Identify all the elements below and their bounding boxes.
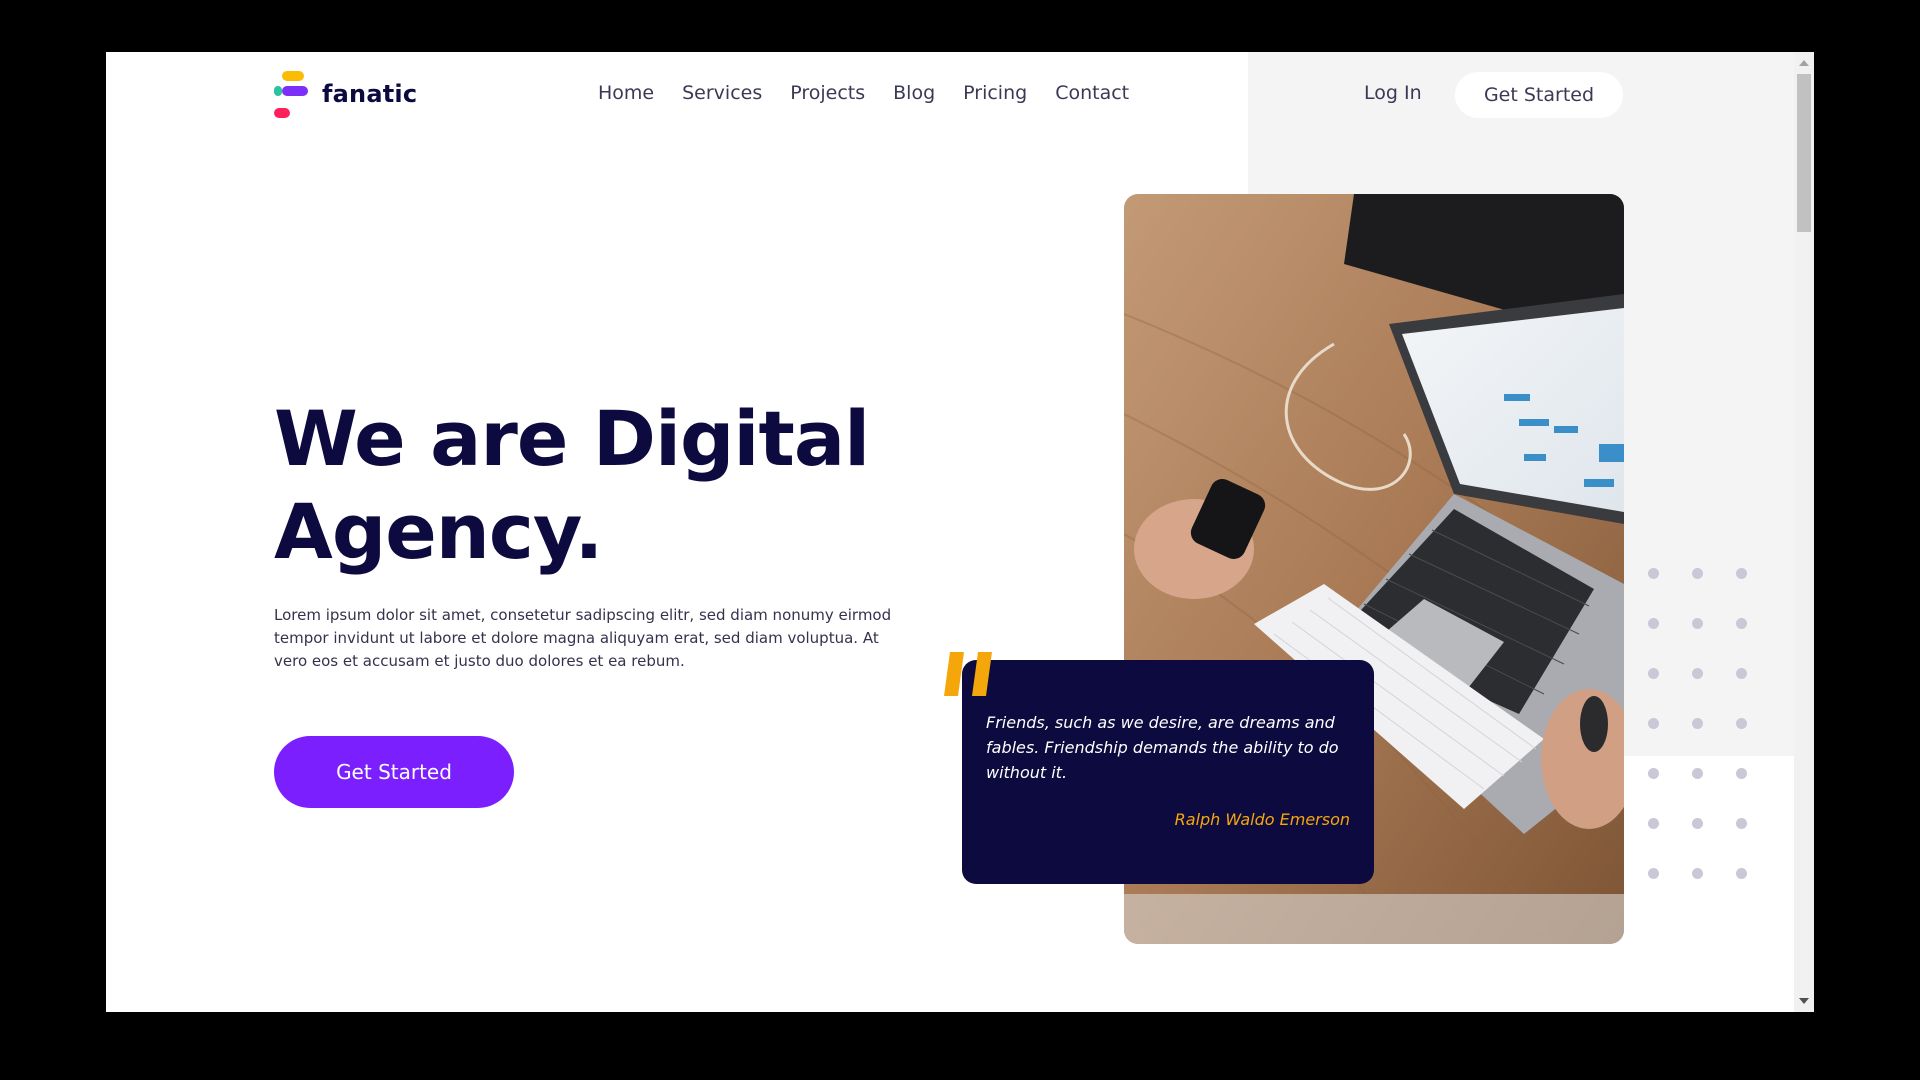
vertical-scrollbar[interactable] — [1794, 52, 1814, 1012]
login-link[interactable]: Log In — [1364, 82, 1422, 104]
header-get-started-button[interactable]: Get Started — [1455, 72, 1623, 118]
scroll-down-arrow-icon[interactable] — [1799, 998, 1809, 1004]
hero-title-line2: Agency. — [274, 487, 603, 576]
nav-item-contact[interactable]: Contact — [1055, 82, 1129, 104]
brand-logo[interactable]: fanatic — [274, 68, 417, 120]
nav-item-pricing[interactable]: Pricing — [963, 82, 1027, 104]
quote-text: Friends, such as we desire, are dreams a… — [986, 713, 1339, 782]
scroll-thumb[interactable] — [1797, 74, 1811, 232]
quote-author: Ralph Waldo Emerson — [1174, 810, 1350, 829]
main-nav: Home Services Projects Blog Pricing Cont… — [598, 82, 1129, 104]
testimonial-card: Friends, such as we desire, are dreams a… — [962, 660, 1374, 884]
nav-item-services[interactable]: Services — [682, 82, 762, 104]
nav-item-projects[interactable]: Projects — [790, 82, 865, 104]
hero-get-started-button[interactable]: Get Started — [274, 736, 514, 808]
hero-title: We are Digital Agency. — [274, 392, 870, 578]
decorative-dot-grid — [1648, 568, 1748, 879]
hero-description: Lorem ipsum dolor sit amet, consetetur s… — [274, 606, 892, 670]
hero-title-line1: We are Digital — [274, 394, 870, 483]
logo-mark-icon — [274, 68, 312, 120]
browser-viewport: fanatic Home Services Projects Blog Pric… — [106, 52, 1814, 1012]
quote-mark-icon — [944, 652, 992, 696]
brand-name: fanatic — [322, 80, 418, 108]
nav-item-home[interactable]: Home — [598, 82, 654, 104]
scroll-up-arrow-icon[interactable] — [1799, 60, 1809, 66]
nav-item-blog[interactable]: Blog — [893, 82, 935, 104]
